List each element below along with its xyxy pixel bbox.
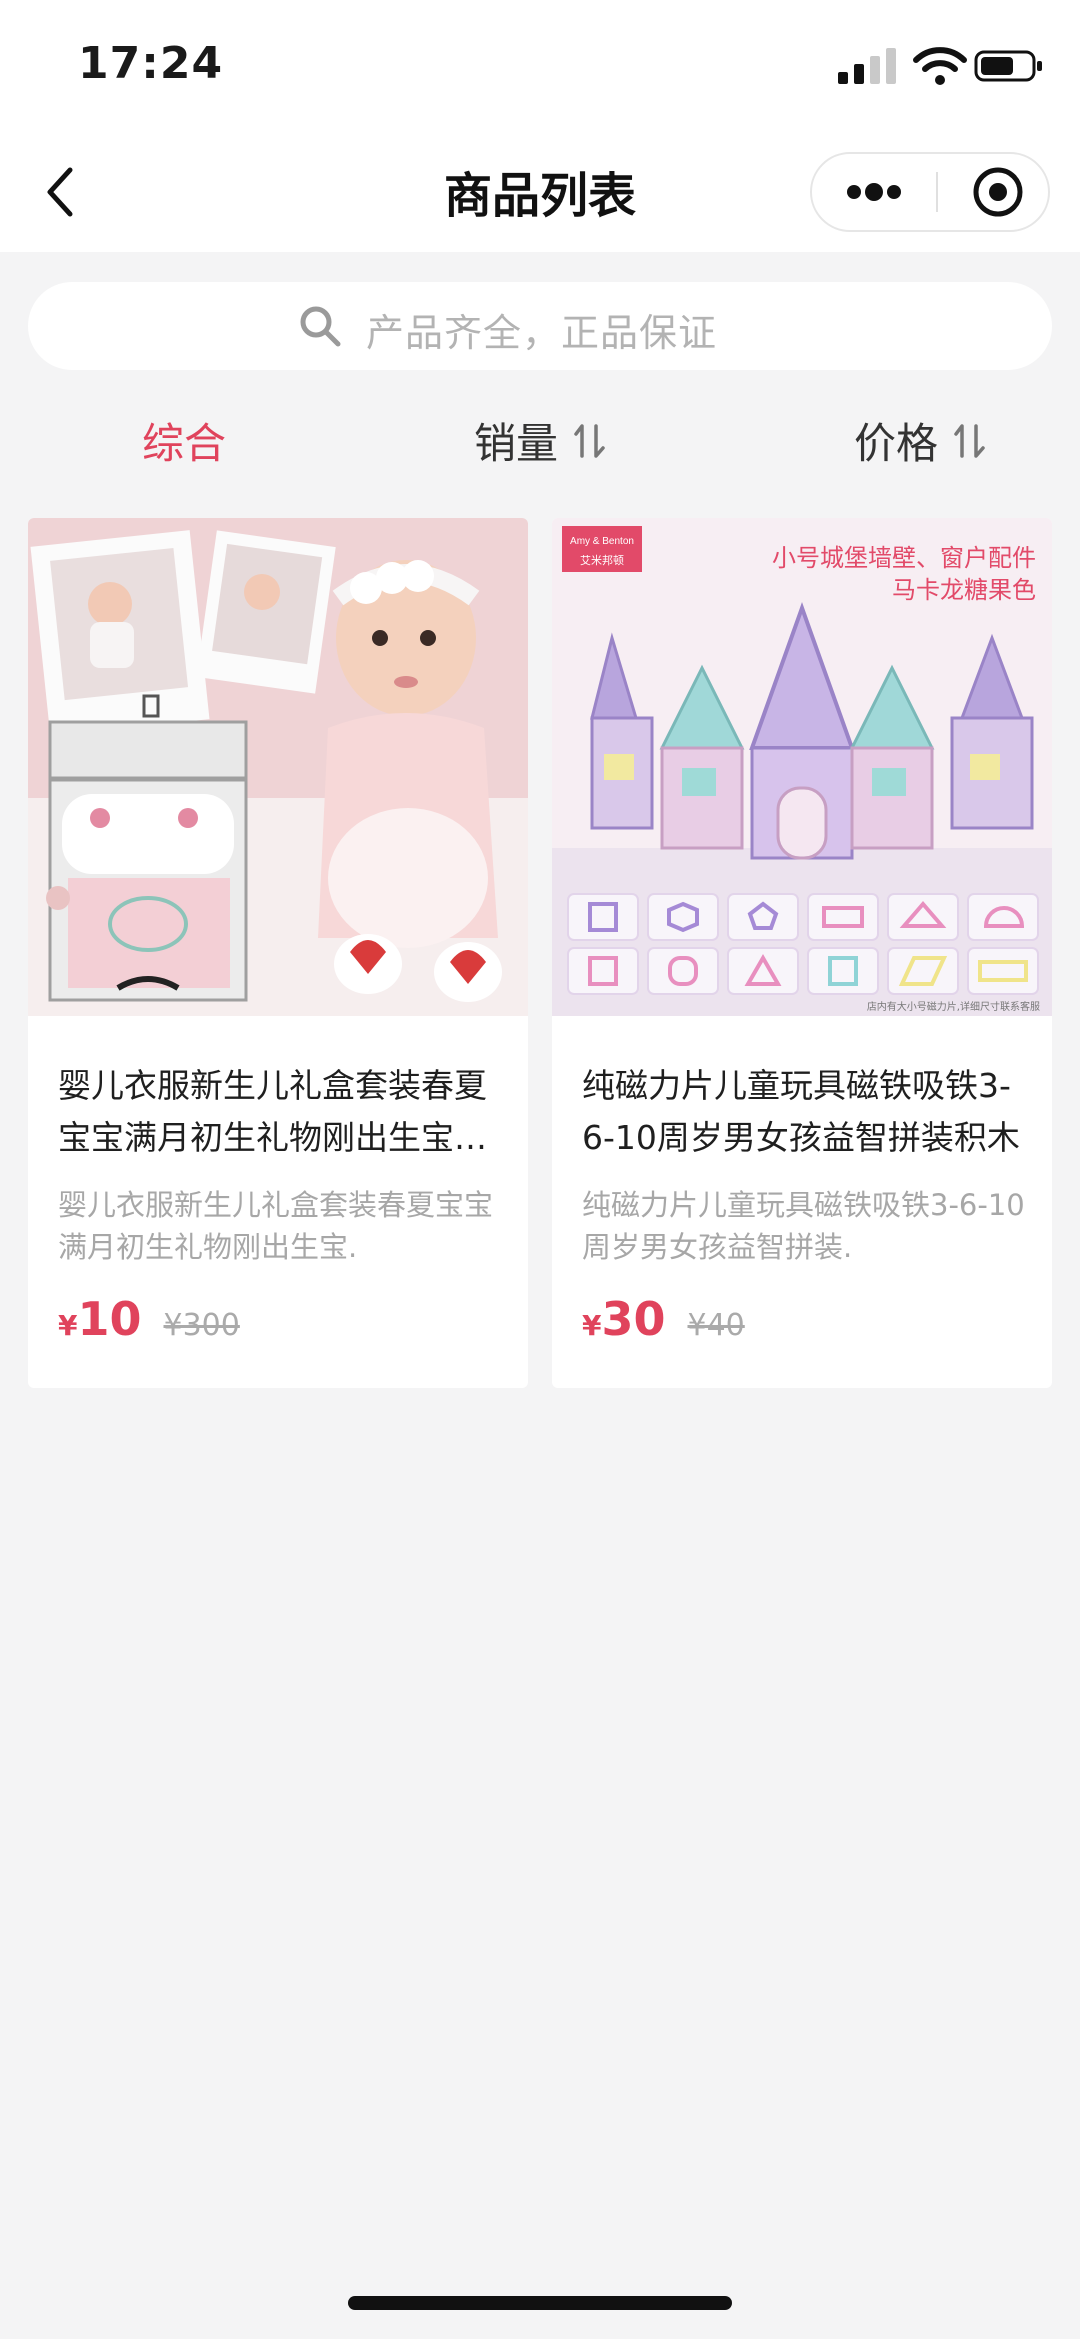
status-bar: 17:24 <box>0 0 1080 132</box>
tab-comprehensive[interactable]: 综合 <box>142 410 226 471</box>
original-price: ¥300 <box>163 1308 240 1343</box>
search-icon <box>300 306 341 347</box>
currency-symbol: ¥ <box>582 1309 602 1342</box>
more-dots-icon <box>847 183 901 201</box>
current-price: 30 <box>601 1292 666 1346</box>
price-row: ¥ 30 ¥40 <box>582 1292 745 1352</box>
product-card[interactable]: Amy & Benton 艾米邦顿 小号城堡墙壁、窗户配件 马卡龙糖果色 店内有… <box>552 518 1052 1388</box>
product-image-baby-gift-set[interactable] <box>28 518 528 1016</box>
more-button[interactable] <box>812 154 930 230</box>
image-headline: 小号城堡墙壁、窗户配件 <box>772 544 1036 572</box>
capsule-divider <box>936 172 938 212</box>
image-footnote: 店内有大小号磁力片,详细尺寸联系客服 <box>867 1000 1040 1013</box>
close-mini-program-button[interactable] <box>942 154 1048 230</box>
tab-sales[interactable]: 销量 <box>474 410 608 471</box>
tab-label: 价格 <box>854 419 939 468</box>
status-icons <box>836 46 1046 86</box>
sort-arrows-icon <box>954 423 985 458</box>
product-title: 纯磁力片儿童玩具磁铁吸铁3-6-10周岁男女孩益智拼装积木 <box>582 1066 1020 1157</box>
product-card[interactable]: 婴儿衣服新生儿礼盒套装春夏宝宝满月初生礼物刚出生宝宝用品 婴儿衣服新生儿礼盒套装… <box>28 518 528 1388</box>
search-placeholder: 产品齐全，正品保证 <box>366 311 718 355</box>
product-image-magnetic-tiles[interactable]: Amy & Benton 艾米邦顿 小号城堡墙壁、窗户配件 马卡龙糖果色 店内有… <box>552 518 1052 1016</box>
sort-arrows-icon <box>574 423 605 458</box>
product-description: 婴儿衣服新生儿礼盒套装春夏宝宝满月初生礼物刚出生宝. <box>58 1188 494 1264</box>
tab-label: 销量 <box>474 419 559 468</box>
wifi-icon <box>913 47 967 85</box>
product-title: 婴儿衣服新生儿礼盒套装春夏宝宝满月初生礼物刚出生宝宝用品 <box>58 1066 487 1157</box>
mini-program-capsule <box>810 152 1050 232</box>
original-price: ¥40 <box>687 1308 745 1343</box>
search-input[interactable]: 产品齐全，正品保证 <box>28 282 1052 370</box>
home-indicator[interactable] <box>348 2296 732 2310</box>
target-circle-icon <box>973 167 1023 217</box>
current-price: 10 <box>77 1292 142 1346</box>
brand-logo-text: Amy & Benton <box>570 536 634 547</box>
image-headline-2: 马卡龙糖果色 <box>892 576 1036 604</box>
signal-icon <box>838 48 896 84</box>
tab-price[interactable]: 价格 <box>854 410 988 471</box>
product-description: 纯磁力片儿童玩具磁铁吸铁3-6-10周岁男女孩益智拼装. <box>582 1188 1025 1264</box>
battery-icon <box>974 50 1042 82</box>
tab-label: 综合 <box>142 419 227 468</box>
status-time: 17:24 <box>78 38 224 89</box>
nav-bar: 商品列表 <box>0 132 1080 252</box>
price-row: ¥ 10 ¥300 <box>58 1292 240 1352</box>
sort-tabs: 综合 销量 价格 <box>0 400 1080 480</box>
currency-symbol: ¥ <box>58 1309 78 1342</box>
brand-logo-text-cn: 艾米邦顿 <box>580 553 624 567</box>
